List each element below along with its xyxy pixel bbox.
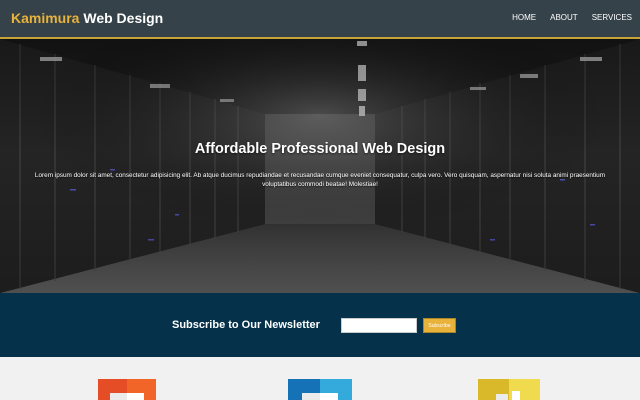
main-nav: HOME ABOUT SERVICES (498, 13, 632, 22)
html5-logo-icon (98, 379, 156, 400)
js-logo-icon (478, 379, 540, 400)
hero-text: Affordable Professional Web Design Lorem… (0, 141, 640, 189)
brand-rest: Web Design (79, 10, 164, 26)
css3-logo-icon (288, 379, 352, 400)
nav-link-about[interactable]: ABOUT (550, 13, 578, 22)
site-logo[interactable]: Kamimura Web Design (11, 10, 163, 26)
site-header: Kamimura Web Design HOME ABOUT SERVICES (0, 0, 640, 39)
newsletter-section: Subscribe to Our Newsletter Subscribe (0, 293, 640, 357)
newsletter-title: Subscribe to Our Newsletter (172, 319, 320, 331)
nav-link-home[interactable]: HOME (512, 13, 536, 22)
nav-link-services[interactable]: SERVICES (592, 13, 632, 22)
newsletter-email-input[interactable] (341, 318, 417, 333)
brand-highlight: Kamimura (11, 10, 80, 26)
subscribe-button[interactable]: Subscribe (423, 318, 456, 333)
hero-description: Lorem ipsum dolor sit amet, consectetur … (34, 172, 606, 188)
showcase-hero: Affordable Professional Web Design Lorem… (0, 39, 640, 293)
features-section (0, 357, 640, 400)
hero-title: Affordable Professional Web Design (194, 141, 446, 157)
